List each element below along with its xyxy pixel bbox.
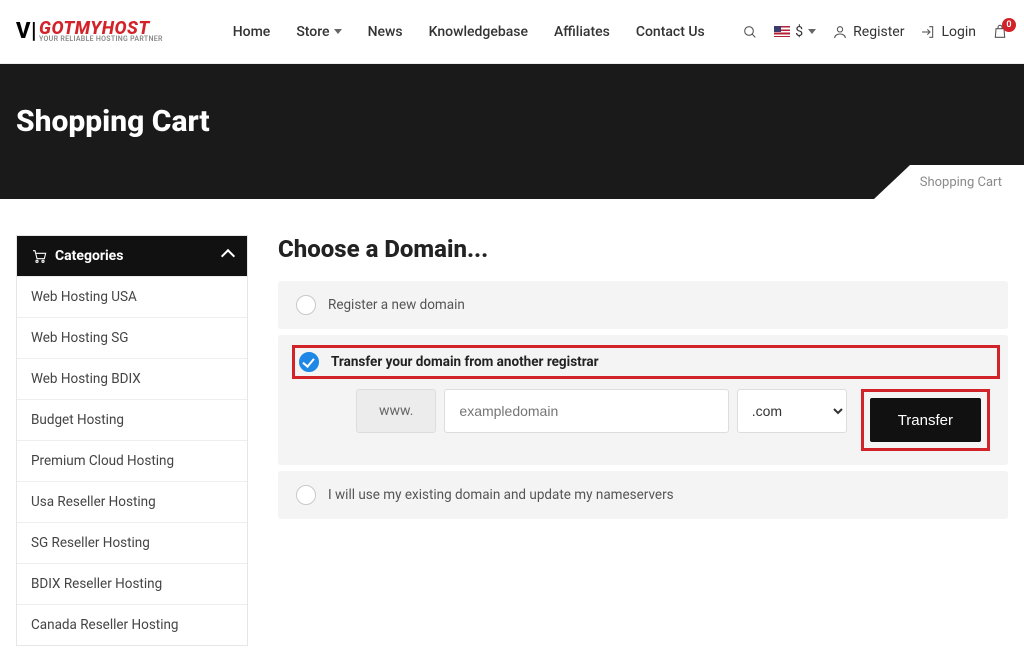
transfer-form: www. .com Transfer xyxy=(296,389,990,451)
option-label: Transfer your domain from another regist… xyxy=(331,354,599,370)
user-icon xyxy=(832,24,848,40)
sidebar-item[interactable]: SG Reseller Hosting xyxy=(17,522,247,563)
option-register-domain[interactable]: Register a new domain xyxy=(278,281,1008,329)
domain-input[interactable] xyxy=(444,389,728,433)
sidebar-item[interactable]: Premium Cloud Hosting xyxy=(17,440,247,481)
sidebar-item[interactable]: Web Hosting BDIX xyxy=(17,358,247,399)
radio-unchecked-icon xyxy=(296,295,316,315)
page-title: Shopping Cart xyxy=(16,104,1008,139)
sidebar-item[interactable]: BDIX Reseller Hosting xyxy=(17,563,247,604)
topbar-right: $ Register Login 0 xyxy=(742,24,1008,40)
nav-contact[interactable]: Contact Us xyxy=(636,24,705,40)
logo-mark: V| xyxy=(16,19,37,44)
sidebar-item[interactable]: Web Hosting USA xyxy=(17,276,247,317)
chevron-down-icon xyxy=(334,29,342,34)
main-nav: Home Store News Knowledgebase Affiliates… xyxy=(233,24,705,40)
cart-badge: 0 xyxy=(1002,18,1016,32)
breadcrumb: Shopping Cart xyxy=(874,165,1024,199)
search-icon xyxy=(742,24,758,40)
section-heading: Choose a Domain... xyxy=(278,235,1008,263)
chevron-up-icon xyxy=(221,249,235,263)
nav-affiliates[interactable]: Affiliates xyxy=(554,24,610,40)
us-flag-icon xyxy=(774,26,790,37)
option-label: Register a new domain xyxy=(328,297,465,313)
breadcrumb-current: Shopping Cart xyxy=(910,165,1024,199)
topbar: V| GOTMYHOST YOUR RELIABLE HOSTING PARTN… xyxy=(0,0,1024,64)
cart-icon xyxy=(31,248,47,264)
domain-chooser: Choose a Domain... Register a new domain… xyxy=(278,235,1008,646)
categories-toggle[interactable]: Categories xyxy=(17,236,247,276)
currency-switch[interactable]: $ xyxy=(774,24,816,40)
login-icon xyxy=(920,24,936,40)
highlight-box: Transfer your domain from another regist… xyxy=(292,345,1000,379)
sidebar-item[interactable]: Budget Hosting xyxy=(17,399,247,440)
logo[interactable]: V| GOTMYHOST YOUR RELIABLE HOSTING PARTN… xyxy=(16,19,163,44)
nav-knowledgebase[interactable]: Knowledgebase xyxy=(429,24,528,40)
categories-title: Categories xyxy=(55,248,123,264)
categories-list: Web Hosting USA Web Hosting SG Web Hosti… xyxy=(17,276,247,645)
radio-unchecked-icon xyxy=(296,485,316,505)
option-label: I will use my existing domain and update… xyxy=(328,487,674,503)
nav-home[interactable]: Home xyxy=(233,24,271,40)
sidebar-item[interactable]: Canada Reseller Hosting xyxy=(17,604,247,645)
tld-select[interactable]: .com xyxy=(737,389,847,433)
transfer-button[interactable]: Transfer xyxy=(870,398,981,442)
categories-sidebar: Categories Web Hosting USA Web Hosting S… xyxy=(16,235,248,646)
domain-prefix: www. xyxy=(356,389,436,433)
logo-tagline: YOUR RELIABLE HOSTING PARTNER xyxy=(39,36,163,43)
page-banner: Shopping Cart Shopping Cart xyxy=(0,64,1024,199)
register-link[interactable]: Register xyxy=(832,24,904,40)
sidebar-item[interactable]: Usa Reseller Hosting xyxy=(17,481,247,522)
login-link[interactable]: Login xyxy=(920,24,976,40)
radio-checked-icon xyxy=(299,352,319,372)
nav-store[interactable]: Store xyxy=(296,24,341,40)
cart-button[interactable]: 0 xyxy=(992,24,1008,40)
option-transfer-domain[interactable]: Transfer your domain from another regist… xyxy=(278,335,1008,465)
highlight-box: Transfer xyxy=(861,389,990,451)
chevron-down-icon xyxy=(808,29,816,34)
search-button[interactable] xyxy=(742,24,758,40)
nav-news[interactable]: News xyxy=(368,24,403,40)
sidebar-item[interactable]: Web Hosting SG xyxy=(17,317,247,358)
option-existing-domain[interactable]: I will use my existing domain and update… xyxy=(278,471,1008,519)
